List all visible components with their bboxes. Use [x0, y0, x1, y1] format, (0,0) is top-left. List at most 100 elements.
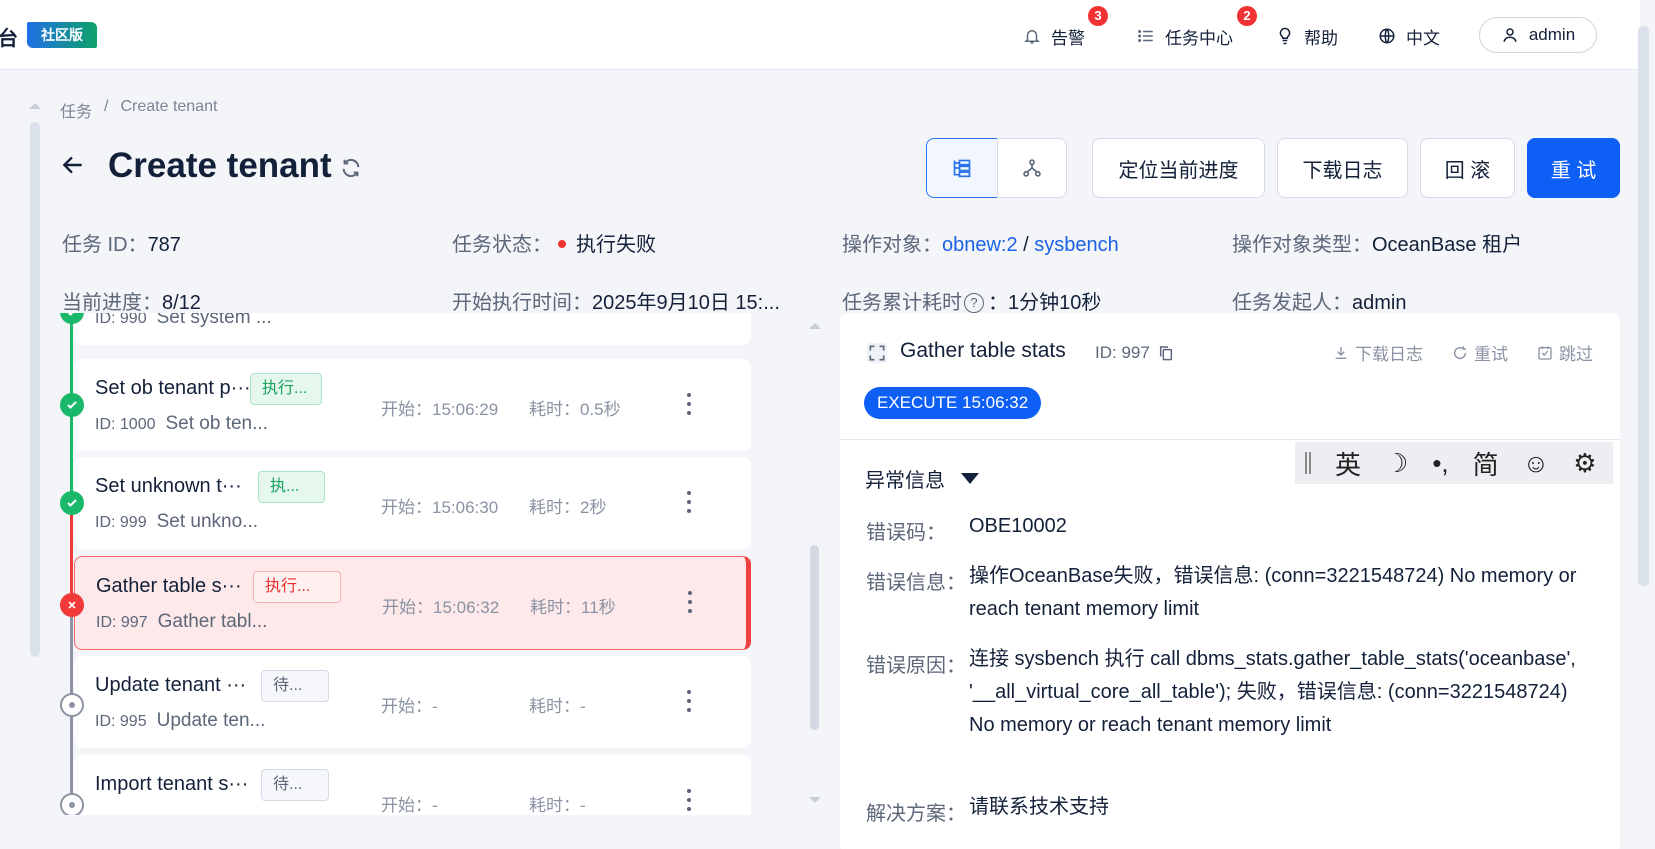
download-log-button[interactable]: 下载日志: [1277, 138, 1408, 198]
nav-alerts[interactable]: 告警 3: [1023, 6, 1108, 50]
target-label: 操作对象：: [842, 234, 942, 256]
target-type-value: OceanBase 租户: [1372, 234, 1523, 256]
moon-icon[interactable]: ☽: [1385, 448, 1408, 479]
task-list-scrollbar[interactable]: [810, 545, 819, 730]
status-dot: [558, 240, 566, 249]
task-card[interactable]: ID: 990 Set system ...: [74, 313, 751, 345]
detail-id: ID: 997: [1095, 343, 1174, 363]
breadcrumb-parent[interactable]: 任务: [60, 98, 92, 122]
detail-skip[interactable]: 跳过: [1537, 340, 1593, 365]
task-desc: Update ten...: [156, 710, 266, 731]
tree-list-icon: [953, 159, 971, 178]
tasks-count-badge: 2: [1237, 6, 1257, 26]
more-vertical-icon[interactable]: [682, 487, 696, 517]
scroll-up-arrow-icon[interactable]: [809, 323, 821, 329]
info-initiator: 任务发起人：admin: [1232, 286, 1406, 315]
emoji-icon[interactable]: ☺: [1523, 448, 1550, 479]
user-menu-button[interactable]: admin: [1479, 17, 1597, 53]
ime-toolbar: 英 ☽ •, 简 ☺ ⚙: [1295, 442, 1613, 484]
failed-x-icon: [60, 593, 84, 617]
exception-section-header[interactable]: 异常信息: [865, 464, 979, 493]
task-card[interactable]: Set unknown t··· 执... ID: 999 Set unkno..…: [74, 457, 751, 549]
success-check-icon: [60, 491, 84, 515]
list-icon: [1138, 30, 1153, 42]
copy-icon[interactable]: [1158, 344, 1174, 362]
task-duration: 耗时：11秒: [530, 598, 616, 617]
info-start-time: 开始执行时间：2025年9月10日 15:...: [452, 286, 780, 315]
task-duration: 耗时：0.5秒: [529, 400, 621, 419]
list-view-toggle[interactable]: [926, 138, 998, 198]
left-scrollbar[interactable]: [30, 122, 40, 657]
brand-name: 台: [0, 28, 18, 50]
info-progress: 当前进度：8/12: [62, 286, 201, 315]
username: admin: [1528, 25, 1576, 44]
ime-simplified-toggle[interactable]: 简: [1473, 445, 1499, 482]
graph-view-toggle[interactable]: [997, 138, 1067, 198]
exception-section-title: 异常信息: [865, 470, 945, 492]
nav-alerts-label: 告警: [1051, 28, 1085, 48]
task-status-tag: 执行...: [250, 373, 322, 405]
detail-skip-label: 跳过: [1559, 345, 1593, 364]
ime-lang-toggle[interactable]: 英: [1335, 445, 1361, 482]
success-check-icon: [60, 393, 84, 417]
skip-checkbox-icon: [1538, 345, 1552, 360]
nav-language[interactable]: 中文: [1378, 22, 1440, 50]
nav-language-label: 中文: [1406, 28, 1440, 48]
scroll-up-arrow-icon[interactable]: [29, 103, 41, 109]
task-card[interactable]: Update tenant ··· 待... ID: 995 Update ten…: [74, 656, 751, 748]
initiator-value: admin: [1352, 292, 1407, 314]
more-vertical-icon[interactable]: [683, 587, 697, 617]
solution-label: 解决方案：: [866, 803, 966, 825]
task-status-tag: 执...: [258, 471, 325, 503]
refresh-icon[interactable]: [340, 157, 362, 179]
globe-icon: [1379, 28, 1395, 44]
error-message-value: 操作OceanBase失败，错误信息: (conn=3221548724) No…: [969, 565, 1577, 620]
task-id: ID: 995 Update ten...: [95, 710, 266, 731]
info-target: 操作对象：obnew:2 / sysbench: [842, 228, 1119, 257]
info-elapsed: 任务累计耗时? ：1分钟10秒: [842, 286, 1101, 315]
task-status-label: 任务状态：: [452, 234, 552, 256]
download-icon: [1335, 346, 1347, 359]
breadcrumb-current: Create tenant: [120, 98, 218, 115]
execute-time-badge: EXECUTE 15:06:32: [864, 387, 1042, 419]
scroll-down-arrow-icon[interactable]: [809, 797, 821, 803]
task-name: Set ob tenant p···: [95, 377, 251, 399]
task-card[interactable]: Set ob tenant p··· 执行... ID: 1000 Set ob …: [74, 359, 751, 451]
retry-icon: [1453, 345, 1467, 359]
expand-icon[interactable]: [867, 343, 887, 363]
start-time-value: 2025年9月10日 15:...: [592, 292, 780, 314]
user-icon: [1503, 28, 1517, 42]
task-start-time: 开始：-: [381, 796, 438, 815]
task-desc: Set unkno...: [156, 511, 258, 532]
rollback-button[interactable]: 回 滚: [1420, 138, 1515, 198]
nav-task-center[interactable]: 任务中心 2: [1137, 6, 1257, 50]
bell-icon: [1024, 30, 1040, 44]
pending-circle-icon: [60, 693, 84, 717]
target-tenant-link[interactable]: sysbench: [1034, 234, 1119, 256]
detail-retry[interactable]: 重试: [1452, 340, 1508, 365]
task-card-selected[interactable]: Gather table s··· 执行... ID: 997 Gather ta…: [74, 556, 751, 650]
nav-help[interactable]: 帮助: [1276, 22, 1338, 50]
task-list: ID: 990 Set system ... Set ob tenant p···…: [60, 313, 755, 815]
target-cluster-link[interactable]: obnew:2: [942, 234, 1018, 256]
more-vertical-icon[interactable]: [682, 389, 696, 419]
task-desc: Set system ...: [156, 313, 272, 328]
punctuation-icon[interactable]: •,: [1432, 448, 1448, 479]
task-start-time: 开始：15:06:29: [381, 400, 499, 419]
detail-download-log[interactable]: 下载日志: [1333, 340, 1423, 365]
detail-title: Gather table stats: [900, 339, 1066, 362]
settings-gear-icon[interactable]: ⚙: [1573, 448, 1596, 479]
locate-progress-button[interactable]: 定位当前进度: [1092, 138, 1265, 198]
more-vertical-icon[interactable]: [682, 686, 696, 716]
drag-handle-icon[interactable]: [1305, 452, 1311, 474]
task-card[interactable]: Import tenant s··· 待... 开始：- 耗时：-: [74, 755, 751, 815]
back-arrow-icon[interactable]: [60, 152, 86, 178]
initiator-label: 任务发起人：: [1232, 292, 1352, 314]
task-id-label: 任务 ID：: [62, 234, 148, 256]
more-vertical-icon[interactable]: [682, 785, 696, 815]
task-status-tag: 待...: [261, 769, 329, 801]
page-scrollbar[interactable]: [1638, 26, 1649, 586]
breadcrumb-separator: /: [104, 98, 109, 115]
retry-button[interactable]: 重 试: [1527, 138, 1620, 198]
help-circle-icon[interactable]: ?: [964, 293, 984, 313]
